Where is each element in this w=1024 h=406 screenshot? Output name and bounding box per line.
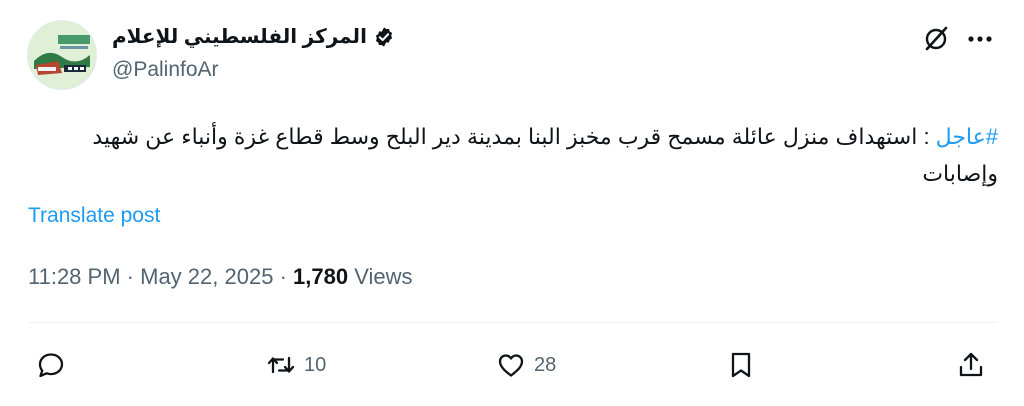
divider (28, 322, 997, 323)
share-button[interactable] (956, 346, 986, 384)
tweet-body: : استهداف منزل عائلة مسمح قرب مخبز البنا… (92, 124, 998, 186)
avatar[interactable] (27, 20, 97, 90)
tweet-text: #عاجل : استهداف منزل عائلة مسمح قرب مخبز… (28, 118, 998, 192)
avatar-logo (28, 21, 96, 89)
tweet-time[interactable]: 11:28 PM (28, 264, 121, 289)
like-icon (498, 354, 524, 377)
tweet-date[interactable]: May 22, 2025 (140, 264, 273, 289)
retweet-icon (267, 356, 295, 374)
verified-badge-icon (375, 26, 392, 47)
views-label: Views (354, 264, 413, 289)
display-name-text: المركز الفلسطيني للإعلام (112, 26, 367, 48)
retweet-button[interactable]: 10 (266, 346, 326, 384)
like-count: 28 (534, 353, 557, 376)
tweet-meta: 11:28 PM · May 22, 2025 · 1,780 Views (28, 264, 413, 290)
meta-separator: · (126, 264, 134, 289)
translate-post-link[interactable]: Translate post (28, 204, 160, 228)
reply-button[interactable] (36, 346, 74, 384)
reply-icon (38, 353, 64, 378)
hashtag-link[interactable]: #عاجل (936, 124, 998, 149)
author-handle[interactable]: @PalinfoAr (112, 58, 219, 82)
like-button[interactable]: 28 (496, 346, 556, 384)
views-count: 1,780 (293, 264, 349, 289)
more-icon[interactable] (963, 26, 997, 52)
meta-separator-2: · (279, 264, 287, 289)
display-name[interactable]: المركز الفلسطيني للإعلام (112, 24, 395, 49)
retweet-count: 10 (304, 353, 327, 376)
bookmark-icon (731, 352, 751, 378)
grok-icon[interactable] (921, 24, 951, 54)
bookmark-button[interactable] (726, 346, 756, 384)
share-icon (959, 352, 983, 377)
